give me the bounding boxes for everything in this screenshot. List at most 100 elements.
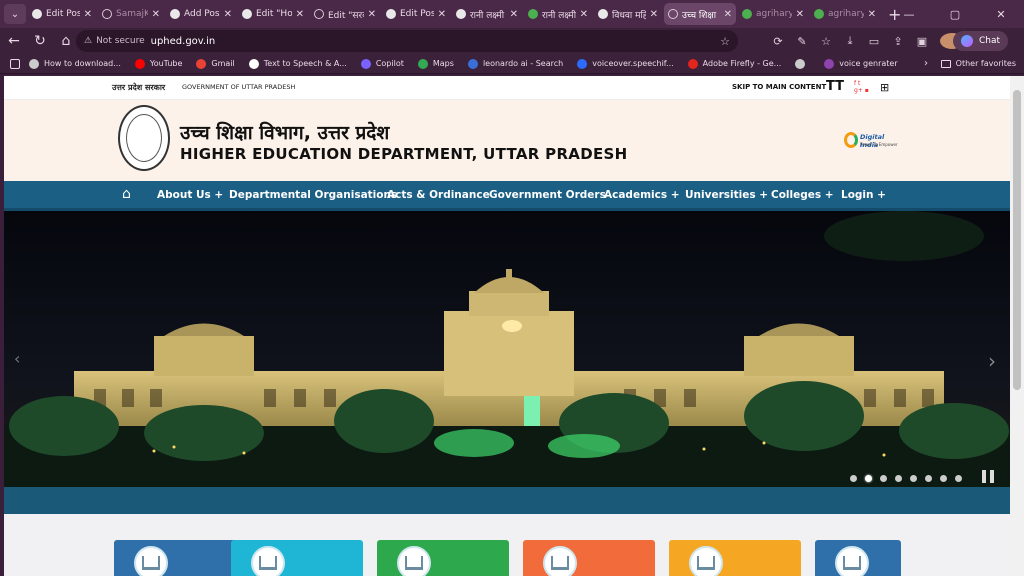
- tab-close-icon[interactable]: ✕: [84, 9, 92, 20]
- chat-button[interactable]: Chat: [952, 31, 1008, 51]
- tab-close-icon[interactable]: ✕: [224, 9, 232, 20]
- quick-link-card[interactable]: [669, 540, 801, 576]
- other-favorites[interactable]: Other favorites: [940, 59, 1016, 68]
- govt-hindi-label: उत्तर प्रदेश सरकार: [112, 83, 166, 92]
- slider-dot[interactable]: [850, 475, 857, 482]
- nav-login[interactable]: Login +: [841, 189, 886, 201]
- bookmark-label: Text to Speech & A...: [263, 59, 347, 68]
- page-scrollbar[interactable]: [1010, 76, 1024, 576]
- home-icon[interactable]: ⌂: [54, 29, 78, 53]
- slider-dot[interactable]: [925, 475, 932, 482]
- up-government-emblem-icon[interactable]: [118, 105, 170, 171]
- tab-close-icon[interactable]: ✕: [796, 9, 804, 20]
- quick-link-card[interactable]: [377, 540, 509, 576]
- download-icon[interactable]: ⤓: [838, 34, 862, 48]
- institution-building-icon: [835, 546, 869, 576]
- tab-9[interactable]: उच्च शिक्षा ✕: [664, 3, 736, 25]
- url-text[interactable]: uphed.gov.in: [151, 36, 216, 47]
- quick-link-card[interactable]: [523, 540, 655, 576]
- share-icon[interactable]: ⇪: [886, 35, 910, 48]
- slider-pause-icon[interactable]: [982, 470, 994, 483]
- collections-icon[interactable]: ▣: [910, 35, 934, 48]
- address-bar[interactable]: ⚠ Not secure uphed.gov.in ☆: [76, 30, 738, 52]
- bookmark-item[interactable]: voiceover.speechif...: [577, 58, 674, 69]
- nav-colleges[interactable]: Colleges +: [771, 189, 834, 201]
- nav-government-orders[interactable]: Government Orders: [489, 189, 606, 201]
- slider-dot[interactable]: [940, 475, 947, 482]
- tab-title: रानी लक्ष्मी: [470, 10, 505, 21]
- favorites-icon[interactable]: ☆: [814, 35, 838, 48]
- bookmark-item[interactable]: Copilot: [360, 58, 404, 69]
- quick-link-card[interactable]: [231, 540, 363, 576]
- tab-10[interactable]: agrihary ✕: [738, 3, 808, 25]
- bookmark-item[interactable]: [795, 58, 810, 69]
- tab-close-icon[interactable]: ✕: [724, 9, 732, 20]
- tab-8[interactable]: विधवा महि ✕: [594, 3, 662, 25]
- tab-close-icon[interactable]: ✕: [580, 9, 588, 20]
- tab-actions-chevron-icon[interactable]: ⌄: [4, 4, 26, 24]
- close-window-icon[interactable]: ✕: [978, 0, 1024, 28]
- bookmark-item[interactable]: Adobe Firefly - Ge...: [687, 58, 782, 69]
- browser-toolbar: ← ↻ ⌂ ⚠ Not secure uphed.gov.in ☆ ⟳ ✎ ☆ …: [0, 28, 1024, 54]
- slider-dot[interactable]: [865, 475, 872, 482]
- bookmark-item[interactable]: YouTube: [134, 58, 182, 69]
- slider-dot[interactable]: [895, 475, 902, 482]
- globe-icon: [668, 9, 678, 19]
- tab-close-icon[interactable]: ✕: [368, 9, 376, 20]
- skip-to-main-content-link[interactable]: SKIP TO MAIN CONTENT: [732, 83, 826, 91]
- tab-1[interactable]: SamajKal ✕: [98, 3, 164, 25]
- nav-universities[interactable]: Universities +: [685, 189, 768, 201]
- slider-dots: [850, 475, 970, 482]
- quick-link-card[interactable]: [114, 540, 246, 576]
- nav-about-us[interactable]: About Us +: [157, 189, 223, 201]
- tab-close-icon[interactable]: ✕: [868, 9, 876, 20]
- tab-3[interactable]: Edit "Hon ✕: [238, 3, 308, 25]
- nav-departmental-organisations[interactable]: Departmental Organisations: [229, 189, 397, 201]
- tab-close-icon[interactable]: ✕: [152, 9, 160, 20]
- slider-prev-chevron-icon[interactable]: ‹: [14, 349, 20, 368]
- tab-4[interactable]: Edit "सरक ✕: [310, 3, 380, 25]
- tab-5[interactable]: Edit Post ✕: [382, 3, 450, 25]
- tab-2[interactable]: Add Post ✕: [166, 3, 236, 25]
- tab-close-icon[interactable]: ✕: [510, 9, 518, 20]
- minimize-icon[interactable]: —: [886, 0, 932, 28]
- slider-dot[interactable]: [955, 475, 962, 482]
- bookmark-item[interactable]: How to download...: [29, 58, 121, 69]
- quick-link-card[interactable]: [815, 540, 901, 576]
- favorite-star-icon[interactable]: ☆: [720, 35, 730, 48]
- warning-icon[interactable]: ⚠: [84, 36, 92, 46]
- tab-close-icon[interactable]: ✕: [650, 9, 658, 20]
- bookmark-item[interactable]: voice genrater: [824, 58, 898, 69]
- social-media-icon[interactable]: f t g+ ▪: [854, 80, 870, 96]
- tab-close-icon[interactable]: ✕: [438, 9, 446, 20]
- bookmark-item[interactable]: Gmail: [196, 58, 235, 69]
- extension-icon[interactable]: ⟳: [766, 35, 790, 48]
- slider-dot[interactable]: [910, 475, 917, 482]
- nav-acts-ordinance[interactable]: Acts & Ordinance: [387, 189, 490, 201]
- tab-11[interactable]: agrihary ✕: [810, 3, 880, 25]
- screenshot-icon[interactable]: ▭: [862, 35, 886, 48]
- bookmark-item[interactable]: Text to Speech & A...: [248, 58, 347, 69]
- extensions-puzzle-icon[interactable]: ✎: [790, 35, 814, 48]
- tab-7[interactable]: रानी लक्ष्मी ✕: [524, 3, 592, 25]
- bookmarks-icon[interactable]: [10, 58, 25, 69]
- tab-0[interactable]: Edit Post ✕: [28, 3, 96, 25]
- slider-dot[interactable]: [880, 475, 887, 482]
- text-size-icon[interactable]: TT: [826, 79, 844, 94]
- sitemap-icon[interactable]: ⊞: [880, 81, 889, 94]
- back-arrow-icon[interactable]: ←: [2, 29, 26, 53]
- digital-india-logo[interactable]: Digital India Power To Empower: [844, 130, 902, 152]
- tab-6[interactable]: रानी लक्ष्मी ✕: [452, 3, 522, 25]
- refresh-icon[interactable]: ↻: [28, 29, 52, 53]
- bookmarks-more-chevron-icon[interactable]: ›: [924, 58, 928, 69]
- quick-links-section: [4, 514, 1010, 576]
- tab-close-icon[interactable]: ✕: [296, 9, 304, 20]
- bookmark-item[interactable]: leonardo ai - Search: [467, 58, 563, 69]
- nav-academics[interactable]: Academics +: [604, 189, 680, 201]
- slider-next-chevron-icon[interactable]: ›: [988, 349, 996, 373]
- maximize-icon[interactable]: ▢: [932, 0, 978, 28]
- home-icon[interactable]: ⌂: [122, 186, 131, 202]
- security-label[interactable]: Not secure: [96, 36, 145, 46]
- bookmark-label: Adobe Firefly - Ge...: [702, 59, 782, 68]
- bookmark-item[interactable]: Maps: [417, 58, 454, 69]
